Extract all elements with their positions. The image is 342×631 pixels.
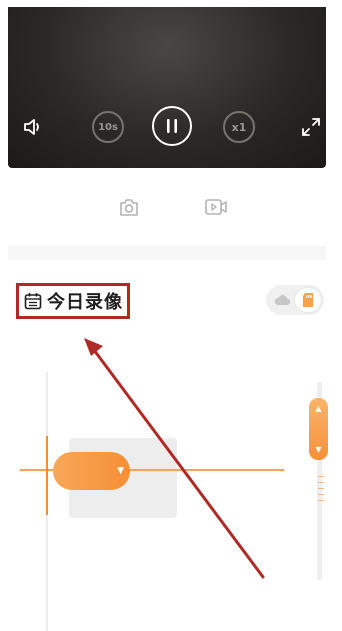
scale-tick — [318, 482, 324, 483]
scale-tick — [318, 500, 324, 501]
scale-tick — [318, 476, 324, 477]
scale-tick — [318, 488, 324, 489]
today-recordings-header[interactable]: 今日录像 — [16, 283, 130, 319]
rewind-label: 10s — [98, 121, 118, 133]
volume-icon[interactable] — [22, 116, 44, 138]
scale-tick — [318, 494, 324, 495]
fullscreen-icon[interactable] — [300, 116, 322, 138]
video-record-icon[interactable] — [203, 195, 229, 219]
zoom-scroll-thumb[interactable]: ▲ ▼ — [309, 398, 328, 460]
camera-icon[interactable] — [117, 195, 141, 219]
video-player[interactable]: 10s x1 — [8, 7, 326, 168]
section-divider — [8, 246, 326, 260]
arrow-up-icon: ▲ — [315, 404, 322, 413]
time-selector-handle[interactable]: ▼ — [53, 452, 130, 490]
speed-label: x1 — [231, 120, 247, 134]
storage-source-toggle[interactable] — [266, 285, 324, 315]
pause-button[interactable] — [152, 106, 192, 146]
caret-down-icon: ▼ — [117, 466, 124, 476]
speed-button[interactable]: x1 — [223, 111, 255, 143]
calendar-icon — [24, 293, 42, 310]
cloud-icon[interactable] — [269, 288, 295, 312]
sd-card-icon[interactable] — [295, 288, 321, 312]
section-title: 今日录像 — [47, 292, 123, 313]
rewind-10s-button[interactable]: 10s — [92, 111, 124, 143]
arrow-down-icon: ▼ — [315, 445, 322, 454]
current-time-marker — [46, 436, 48, 515]
pause-icon — [167, 119, 177, 133]
